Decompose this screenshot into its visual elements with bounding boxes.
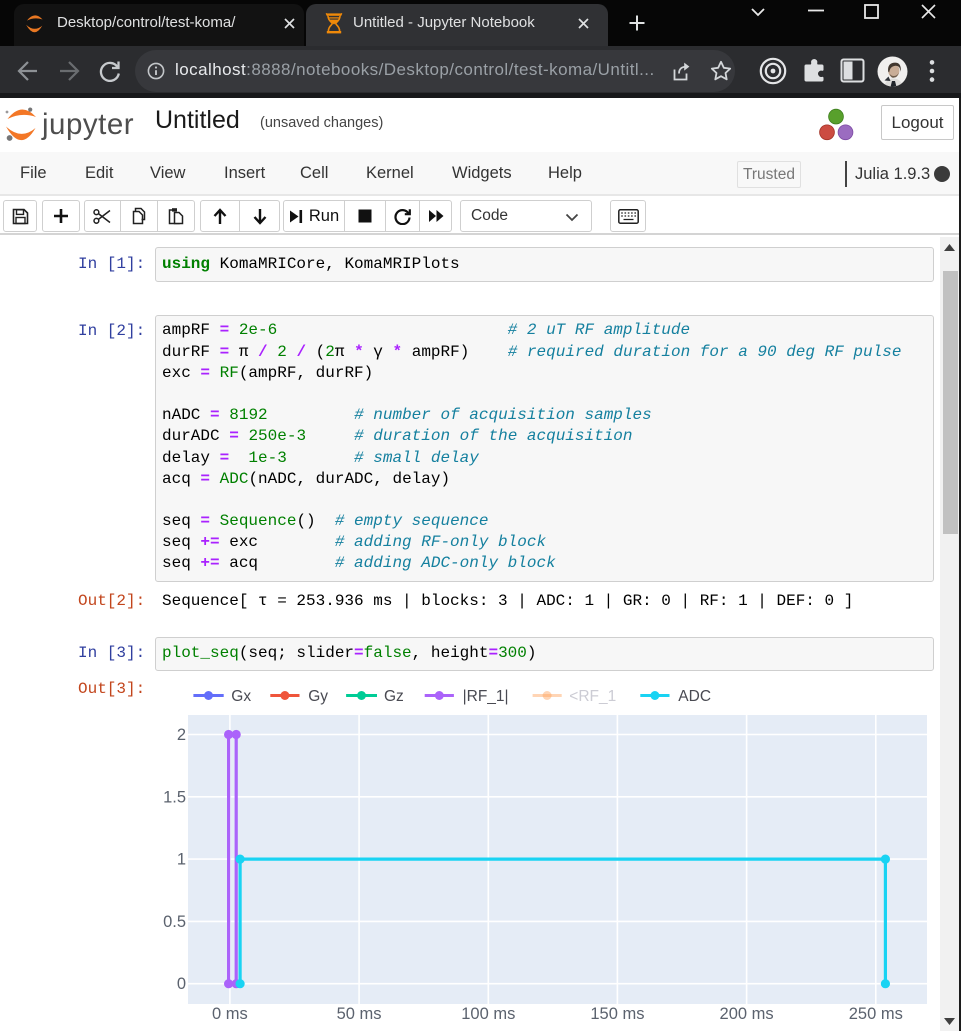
svg-text:100 ms: 100 ms xyxy=(461,1005,515,1023)
svg-text:Gy: Gy xyxy=(308,688,328,705)
svg-text:50 ms: 50 ms xyxy=(337,1005,382,1023)
svg-text:ADC: ADC xyxy=(678,688,711,705)
svg-text:200 ms: 200 ms xyxy=(720,1005,774,1023)
svg-text:250 ms: 250 ms xyxy=(849,1005,903,1023)
svg-text:150 ms: 150 ms xyxy=(590,1005,644,1023)
svg-text:<RF_1: <RF_1 xyxy=(569,688,616,705)
svg-text:2: 2 xyxy=(177,726,186,744)
svg-text:1.5: 1.5 xyxy=(163,788,186,806)
svg-text:0 ms: 0 ms xyxy=(212,1005,248,1023)
svg-text:0.5: 0.5 xyxy=(163,913,186,931)
svg-text:Gx: Gx xyxy=(231,688,251,705)
svg-text:0: 0 xyxy=(177,975,186,993)
svg-text:|RF_1|: |RF_1| xyxy=(463,688,509,705)
svg-text:Gz: Gz xyxy=(384,688,404,705)
svg-text:1: 1 xyxy=(177,851,186,869)
